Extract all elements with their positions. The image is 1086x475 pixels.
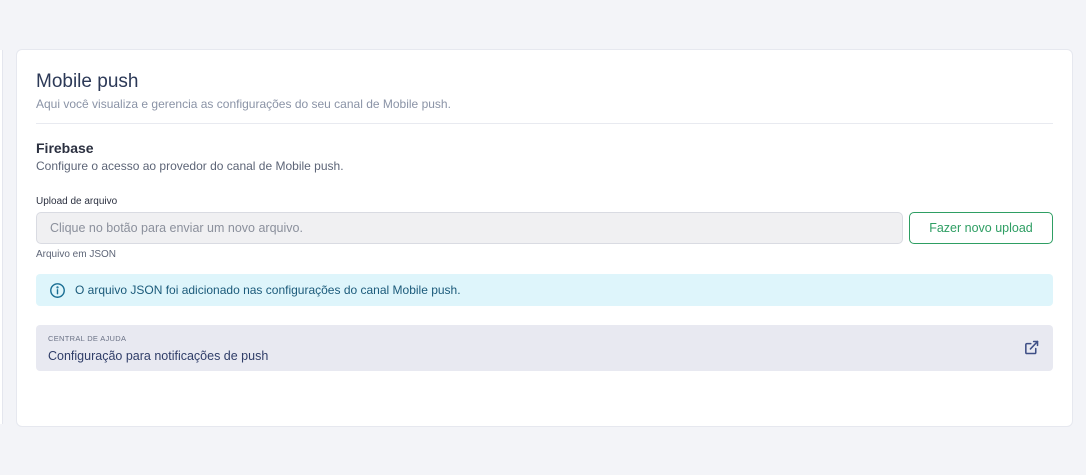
help-center-link-card[interactable]: CENTRAL DE AJUDA Configuração para notif… [36, 325, 1053, 371]
file-upload-input[interactable] [36, 212, 903, 244]
upload-field-label: Upload de arquivo [36, 196, 118, 207]
info-alert-text: O arquivo JSON foi adicionado nas config… [75, 283, 461, 297]
divider [36, 123, 1053, 124]
info-circle-icon [49, 282, 66, 299]
mobile-push-settings-card: Mobile push Aqui você visualiza e gerenc… [16, 49, 1073, 427]
upload-new-file-button[interactable]: Fazer novo upload [909, 212, 1053, 244]
firebase-section-title: Firebase [36, 140, 94, 156]
help-center-eyebrow: CENTRAL DE AJUDA [48, 334, 127, 343]
help-center-link-text[interactable]: Configuração para notificações de push [48, 349, 268, 363]
page-subtitle: Aqui você visualiza e gerencia as config… [36, 97, 451, 111]
page-title: Mobile push [36, 71, 139, 92]
info-alert: O arquivo JSON foi adicionado nas config… [36, 274, 1053, 306]
external-link-icon[interactable] [1023, 339, 1040, 356]
left-panel-edge [0, 50, 3, 424]
firebase-section-subtitle: Configure o acesso ao provedor do canal … [36, 159, 344, 173]
upload-helper-text: Arquivo em JSON [36, 249, 117, 260]
